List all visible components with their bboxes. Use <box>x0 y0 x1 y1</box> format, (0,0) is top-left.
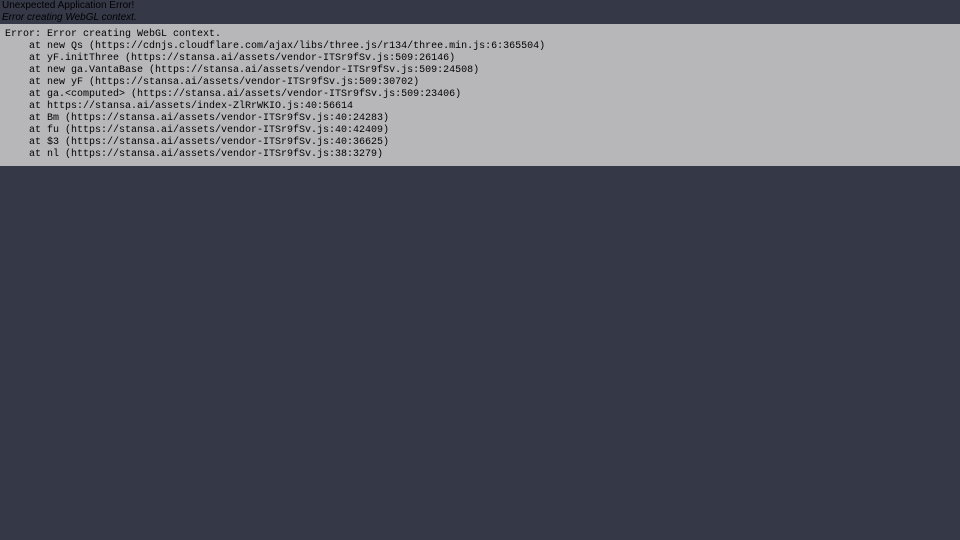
error-stack-trace: Error: Error creating WebGL context. at … <box>0 24 960 166</box>
error-header-title: Unexpected Application Error! <box>0 0 960 12</box>
error-subtitle: Error creating WebGL context. <box>0 12 960 24</box>
